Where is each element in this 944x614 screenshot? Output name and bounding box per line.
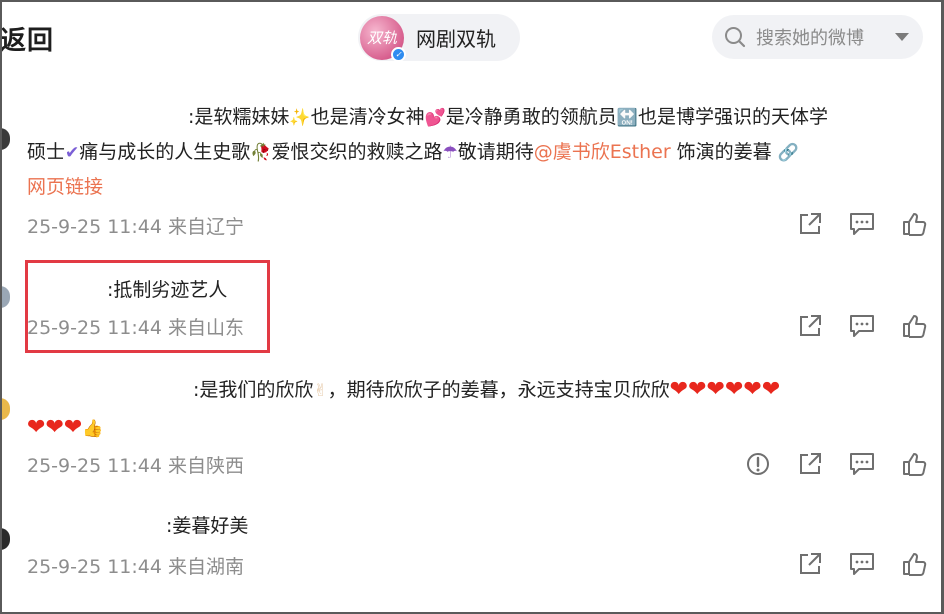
avatar: 双轨 ✓ [360, 15, 406, 62]
search-box[interactable]: 搜索她的微博 [712, 15, 923, 59]
thumbs-up-icon: 👍 [82, 419, 104, 439]
avatar-edge [0, 286, 10, 308]
heart-icon: ❤ [27, 415, 46, 440]
check-icon: ✔ [65, 143, 80, 163]
search-icon [725, 27, 746, 48]
comment-actions [745, 451, 927, 477]
sparkles-icon: ✨ [289, 108, 311, 128]
comment-actions [797, 313, 927, 339]
chevron-down-icon[interactable] [895, 33, 909, 41]
comment-icon[interactable] [849, 451, 875, 477]
web-link[interactable]: 网页链接 [27, 170, 103, 205]
two-hearts-icon: 💕 [424, 108, 446, 128]
avatar-edge [0, 398, 10, 420]
comment-location: 来自湖南 [167, 556, 244, 578]
heart-icon: ❤ [688, 377, 707, 402]
comment-meta: 25-9-25 11:44 来自辽宁 [27, 212, 244, 239]
umbrella-icon: ☂ [442, 143, 458, 163]
share-icon[interactable] [797, 313, 823, 339]
link-icon: 🔗 [777, 143, 799, 163]
heart-icon: ❤ [761, 377, 781, 402]
heart-icon: ❤ [706, 377, 725, 402]
comment-location: 来自辽宁 [167, 216, 244, 238]
comment-actions [797, 211, 927, 237]
comment-location: 来自陕西 [167, 455, 244, 477]
account-switcher[interactable]: 双轨 ✓ 网剧双轨 [358, 14, 520, 62]
comment-text: ❤❤❤👍 [27, 410, 103, 447]
comment-meta: 25-9-25 11:44 来自湖南 [27, 552, 244, 579]
comment-icon[interactable] [849, 551, 875, 577]
comment-date: 25-9-25 11:44 [27, 455, 162, 477]
heart-icon: ❤ [743, 377, 762, 402]
back-button[interactable]: 返回 [0, 20, 54, 57]
comment-date: 25-9-25 11:44 [27, 556, 162, 578]
comment-icon[interactable] [849, 211, 875, 237]
comment-text: :是软糯妹妹✨也是清冷女神💕是冷静勇敢的领航员🔛也是博学强识的天体学 [188, 106, 828, 128]
heart-icon: ❤ [45, 415, 64, 440]
highlight-box [25, 260, 270, 353]
user-mention-link[interactable]: @虞书欣Esther [534, 141, 671, 163]
share-icon[interactable] [797, 451, 823, 477]
share-icon[interactable] [797, 551, 823, 577]
report-icon[interactable] [745, 451, 771, 477]
verified-badge-icon: ✓ [391, 46, 406, 62]
heart-icon: ❤ [669, 377, 689, 402]
avatar-edge [0, 128, 10, 150]
comment-icon[interactable] [849, 313, 875, 339]
avatar-text: 双轨 [366, 29, 397, 47]
comment-meta: 25-9-25 11:44 来自陕西 [27, 451, 244, 478]
like-icon[interactable] [901, 451, 927, 477]
top-bar: 返回 双轨 ✓ 网剧双轨 搜索她的微博 [0, 0, 944, 74]
share-icon[interactable] [797, 211, 823, 237]
rose-icon: 🥀 [250, 143, 272, 163]
avatar-edge [0, 528, 10, 550]
victory-hand-icon: ✌ [313, 381, 328, 401]
comment-actions [797, 551, 927, 577]
comment-text: :姜暮好美 [166, 515, 249, 537]
heart-icon: ❤ [724, 377, 744, 402]
like-icon[interactable] [901, 211, 927, 237]
comment-text: :是我们的欣欣✌，期待欣欣子的姜暮，永远支持宝贝欣欣❤❤❤❤❤❤ [193, 377, 781, 402]
on-arrow-icon: 🔛 [616, 108, 638, 128]
like-icon[interactable] [901, 551, 927, 577]
comment-text: 硕士✔痛与成长的人生史歌🥀爱恨交织的救赎之路☂敬请期待@虞书欣Esther 饰演… [27, 141, 799, 163]
heart-icon: ❤ [63, 415, 83, 440]
comment-date: 25-9-25 11:44 [27, 216, 162, 238]
like-icon[interactable] [901, 313, 927, 339]
account-name: 网剧双轨 [416, 27, 496, 51]
search-input[interactable]: 搜索她的微博 [756, 24, 864, 50]
